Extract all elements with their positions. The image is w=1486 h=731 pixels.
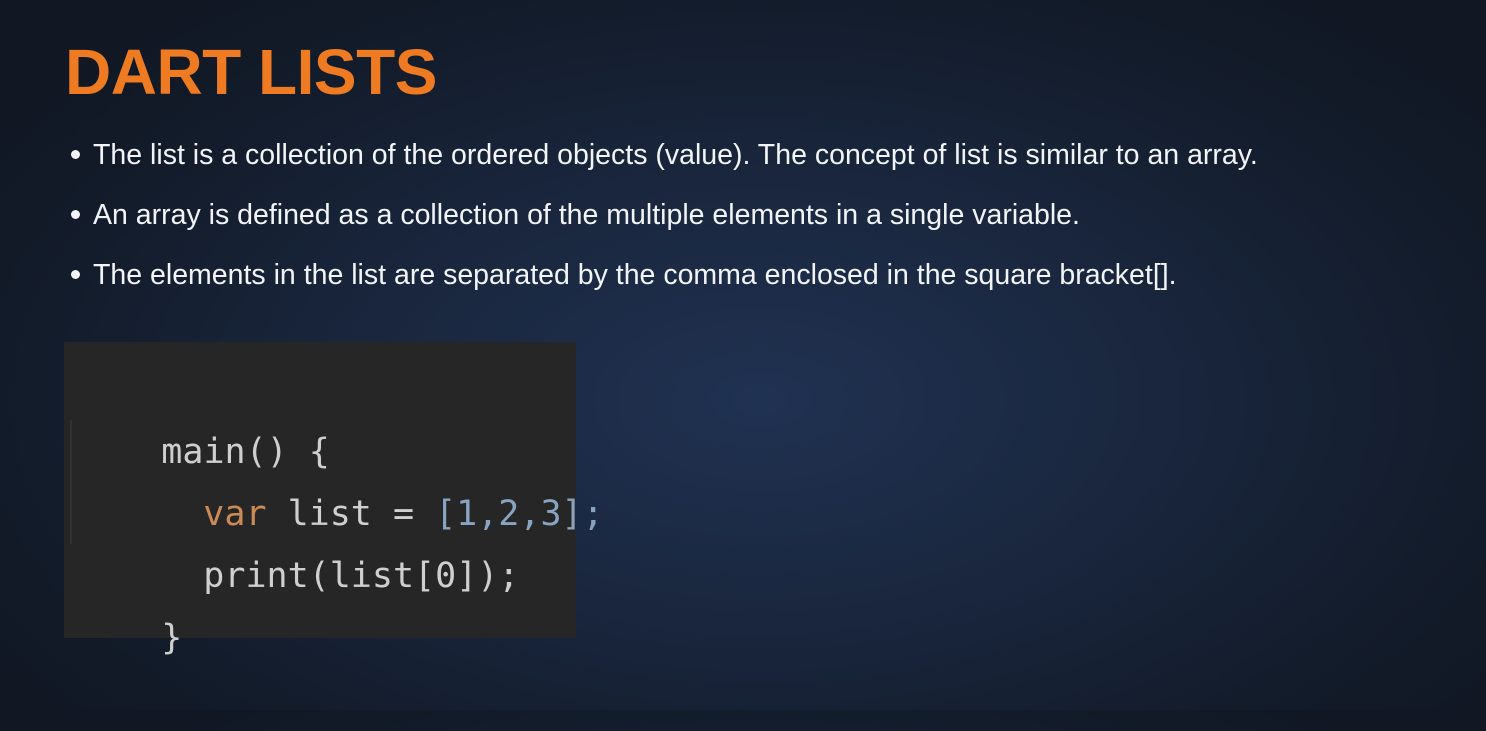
bullet-text: The list is a collection of the ordered … <box>93 139 1258 171</box>
indent-guide <box>70 420 72 544</box>
slide-title: DART LISTS <box>65 36 437 108</box>
code-line-3: print(list[0]); <box>119 483 519 596</box>
bullet-list: The list is a collection of the ordered … <box>70 134 1258 314</box>
bullet-dot <box>71 270 80 279</box>
bullet-item: The elements in the list are separated b… <box>70 254 1258 314</box>
code-line-4: } <box>77 545 182 658</box>
bullet-item: The list is a collection of the ordered … <box>70 134 1258 194</box>
bullet-dot <box>71 150 80 159</box>
code-line-2: var list = [1,2,3]; <box>119 421 603 534</box>
code-closing-brace: } <box>161 618 183 658</box>
bullet-dot <box>71 210 80 219</box>
bullet-text: The elements in the list are separated b… <box>93 259 1177 291</box>
code-print-statement: print(list[0]); <box>203 556 520 596</box>
code-block: main() { var list = [1,2,3]; print(list[… <box>64 342 604 658</box>
code-line-1: main() { <box>77 359 330 472</box>
bullet-item: An array is defined as a collection of t… <box>70 194 1258 254</box>
bullet-text: An array is defined as a collection of t… <box>93 199 1080 231</box>
